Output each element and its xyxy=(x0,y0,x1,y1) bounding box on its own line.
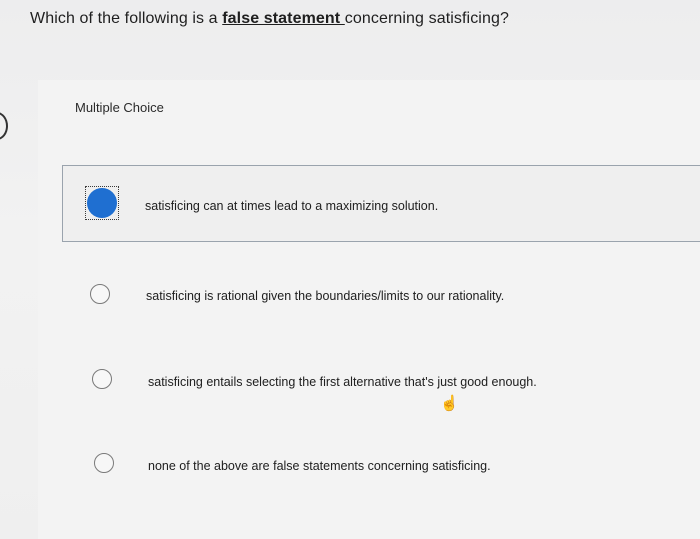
radio-unselected-icon[interactable] xyxy=(90,284,110,304)
question-suffix: concerning satisficing? xyxy=(344,10,509,27)
answer-option-4[interactable]: none of the above are false statements c… xyxy=(62,446,700,486)
section-label: Multiple Choice xyxy=(75,100,164,115)
answer-option-2[interactable]: satisficing is rational given the bounda… xyxy=(62,276,700,316)
answer-option-3[interactable]: satisficing entails selecting the first … xyxy=(62,362,700,402)
focus-indicator xyxy=(85,186,119,220)
radio-unselected-icon[interactable] xyxy=(92,369,112,389)
option-label: satisficing entails selecting the first … xyxy=(148,375,537,389)
option-label: satisficing can at times lead to a maxim… xyxy=(145,199,439,213)
option-label: none of the above are false statements c… xyxy=(148,459,491,473)
question-prefix: Which of the following is a xyxy=(30,10,223,27)
question-emphasis: false statement xyxy=(222,10,345,27)
question-text: Which of the following is a false statem… xyxy=(30,10,509,28)
radio-unselected-icon[interactable] xyxy=(94,453,114,473)
option-label: satisficing is rational given the bounda… xyxy=(146,289,505,303)
answer-option-1[interactable]: satisficing can at times lead to a maxim… xyxy=(62,165,700,242)
hand-pointer-icon: ☝ xyxy=(440,395,459,412)
nav-arc-icon xyxy=(0,112,8,140)
radio-selected-icon[interactable] xyxy=(87,188,117,218)
